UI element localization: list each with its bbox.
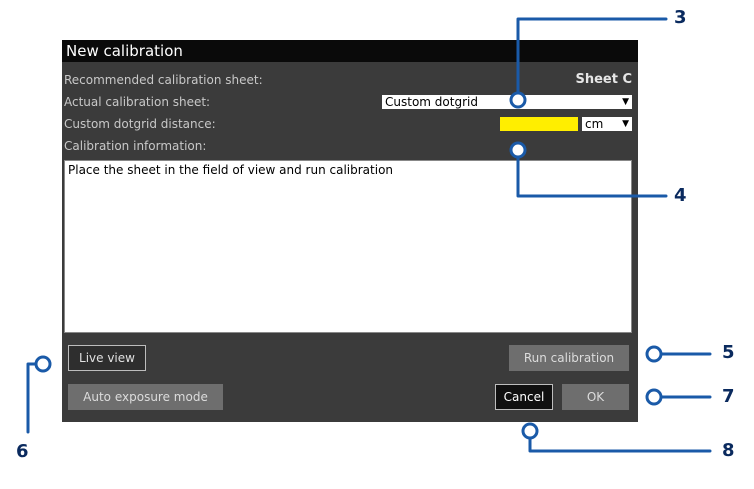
callout-number-6: 6 — [16, 441, 29, 462]
callout-marker-4 — [509, 141, 527, 159]
callout-lines — [26, 17, 712, 453]
callout-number-7: 7 — [722, 386, 735, 407]
callout-marker-6 — [34, 355, 52, 373]
callout-number-3: 3 — [674, 7, 687, 28]
callout-line-3 — [516, 17, 668, 95]
callout-marker-5 — [645, 345, 663, 363]
callout-marker-3 — [509, 91, 527, 109]
callout-line-6 — [26, 362, 38, 434]
callout-number-4: 4 — [674, 185, 687, 206]
callout-marker-7 — [645, 388, 663, 406]
callout-number-8: 8 — [722, 440, 735, 461]
callout-line-8 — [528, 436, 712, 453]
callout-line-4 — [516, 154, 668, 198]
callout-marker-8 — [521, 422, 539, 440]
callout-number-5: 5 — [722, 342, 735, 363]
